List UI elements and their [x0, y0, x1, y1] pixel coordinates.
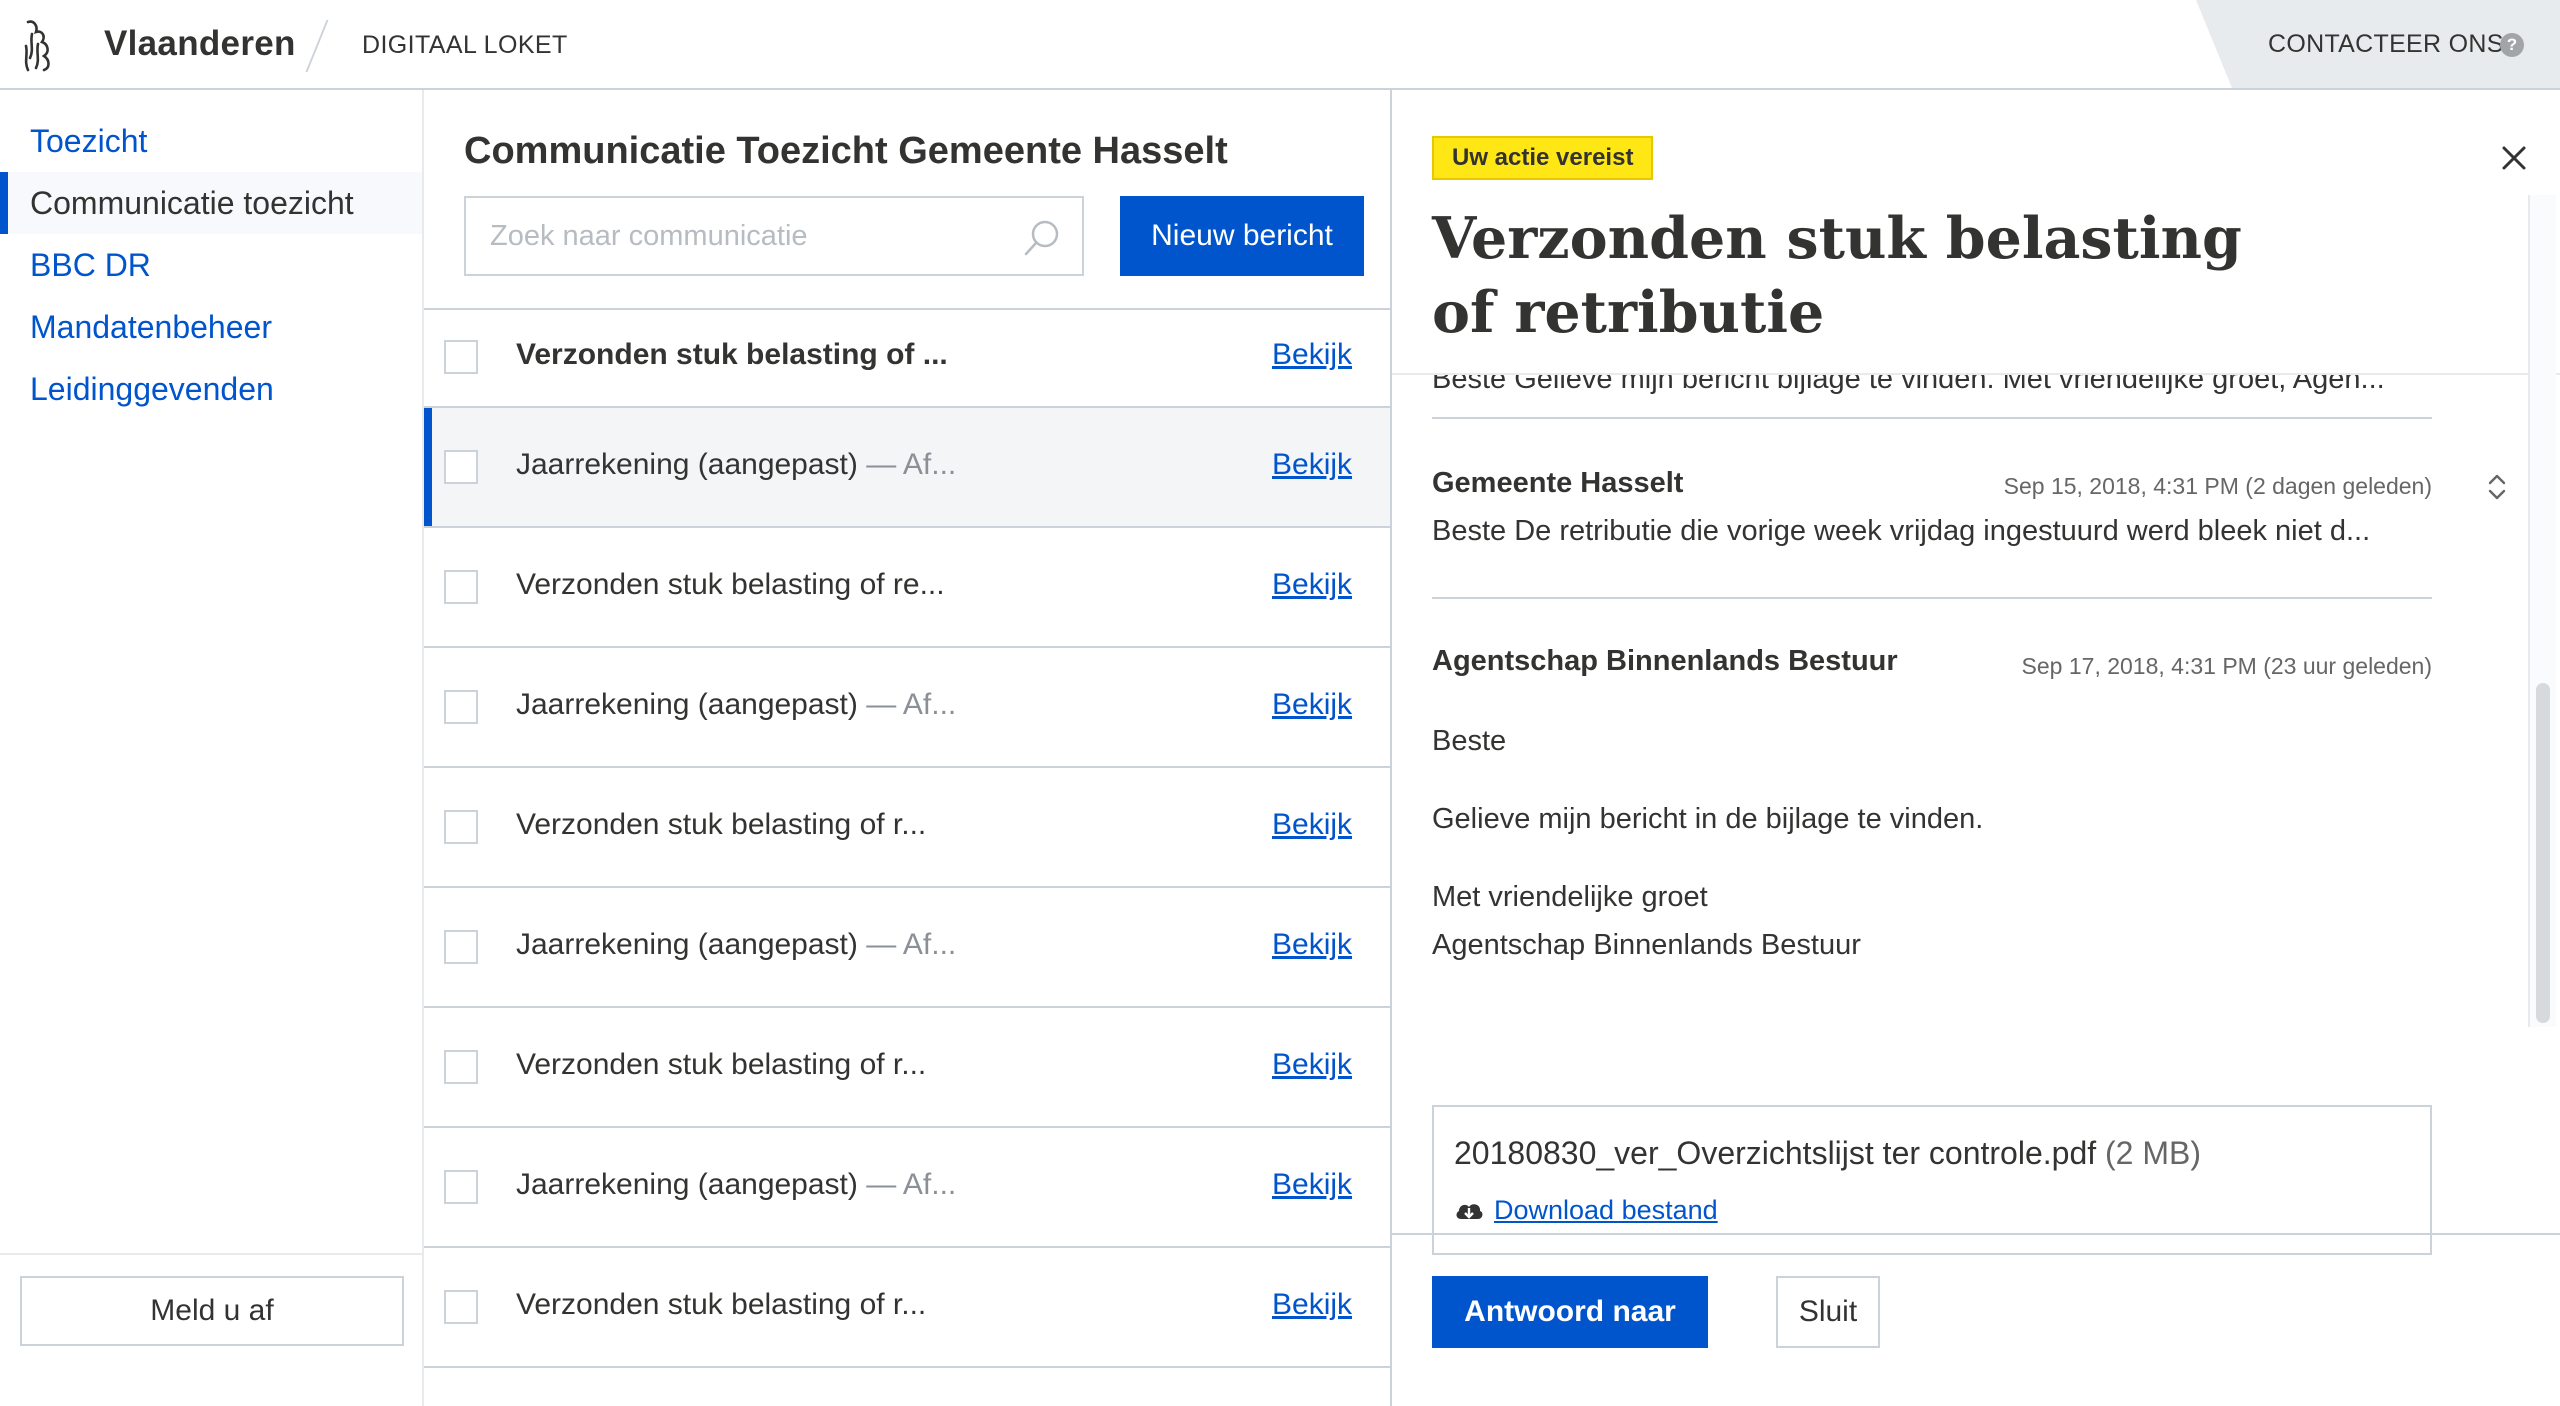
brand-name[interactable]: Vlaanderen [104, 24, 296, 64]
row-subject: Jaarrekening (aangepast) — Af... [516, 448, 957, 481]
flemish-lion-icon[interactable] [20, 16, 60, 74]
message-signature: Agentschap Binnenlands Bestuur [1432, 929, 1861, 961]
view-link[interactable]: Bekijk [1272, 688, 1352, 722]
header-divider [305, 20, 329, 72]
row-checkbox[interactable] [444, 450, 478, 484]
message-divider [1432, 417, 2432, 419]
view-link[interactable]: Bekijk [1272, 928, 1352, 962]
attachment-size: (2 MB) [2105, 1135, 2202, 1171]
row-checkbox[interactable] [444, 810, 478, 844]
message-greeting: Beste [1432, 725, 1507, 757]
app-name[interactable]: DIGITAAL LOKET [362, 31, 568, 60]
row-subject: Jaarrekening (aangepast) — Af... [516, 928, 957, 961]
new-message-button[interactable]: Nieuw bericht [1120, 196, 1364, 276]
view-link[interactable]: Bekijk [1272, 808, 1352, 842]
sidebar-item-communicatie-toezicht[interactable]: Communicatie toezicht [0, 172, 422, 234]
message-divider [1432, 597, 2432, 599]
list-item[interactable]: Verzonden stuk belasting of r... Bekijk [424, 1008, 1390, 1128]
close-icon[interactable] [2492, 136, 2536, 180]
attachment-name: 20180830_ver_Overzichtslijst ter control… [1454, 1135, 2202, 1171]
sidebar: Toezicht Communicatie toezicht BBC DR Ma… [0, 90, 424, 1406]
row-subject: Verzonden stuk belasting of ... [516, 338, 948, 371]
search-input[interactable] [466, 198, 1006, 274]
row-subject-suffix: — Af... [866, 928, 957, 961]
detail-title: Verzonden stuk belasting of retributie [1432, 202, 2332, 350]
list-item[interactable]: Verzonden stuk belasting of ... Bekijk [424, 310, 1390, 408]
message-detail-panel: Uw actie vereist Verzonden stuk belastin… [1392, 90, 2560, 1406]
row-checkbox[interactable] [444, 1050, 478, 1084]
expand-collapse-icon[interactable] [2482, 467, 2512, 507]
communication-list-panel: Communicatie Toezicht Gemeente Hasselt N… [424, 90, 1392, 1406]
row-checkbox[interactable] [444, 690, 478, 724]
contact-button[interactable]: CONTACTEER ONS ? [2196, 0, 2560, 88]
detail-title-line2: of retributie [1432, 279, 1825, 346]
row-checkbox[interactable] [444, 1290, 478, 1324]
row-subject: Jaarrekening (aangepast) — Af... [516, 688, 957, 721]
row-checkbox[interactable] [444, 340, 478, 374]
row-subject: Verzonden stuk belasting of r... [516, 808, 927, 841]
message-preview-truncated[interactable]: Beste Gelieve mijn bericht bijlage te vi… [1432, 375, 2385, 396]
detail-title-line1: Verzonden stuk belasting [1432, 205, 2242, 272]
list-title: Communicatie Toezicht Gemeente Hasselt [464, 130, 1228, 172]
message-closing: Met vriendelijke groet [1432, 881, 1708, 913]
search-icon[interactable] [1022, 218, 1062, 258]
message-thread[interactable]: Beste Gelieve mijn bericht bijlage te vi… [1392, 375, 2560, 1321]
list-item[interactable]: Jaarrekening (aangepast) — Af... Bekijk [424, 888, 1390, 1008]
list-item[interactable]: Verzonden stuk belasting of r... Bekijk [424, 1248, 1390, 1368]
top-header: Vlaanderen DIGITAAL LOKET CONTACTEER ONS… [0, 0, 2560, 90]
cloud-download-icon [1456, 1204, 1483, 1219]
sidebar-item-bbc-dr[interactable]: BBC DR [0, 234, 422, 296]
message-sender: Agentschap Binnenlands Bestuur [1432, 645, 1898, 677]
list-item[interactable]: Verzonden stuk belasting of r... Bekijk [424, 768, 1390, 888]
row-checkbox[interactable] [444, 1170, 478, 1204]
close-button[interactable]: Sluit [1776, 1276, 1880, 1348]
sidebar-item-leidinggevenden[interactable]: Leidinggevenden [0, 358, 422, 420]
scrollbar-thumb[interactable] [2536, 683, 2550, 1023]
list-item[interactable]: Jaarrekening (aangepast) — Af... Bekijk [424, 1128, 1390, 1248]
sidebar-item-toezicht[interactable]: Toezicht [0, 110, 422, 172]
sidebar-item-mandatenbeheer[interactable]: Mandatenbeheer [0, 296, 422, 358]
view-link[interactable]: Bekijk [1272, 338, 1352, 372]
row-subject-suffix: — Af... [866, 688, 957, 721]
list-item-selected[interactable]: Jaarrekening (aangepast) — Af... Bekijk [424, 408, 1390, 528]
row-subject: Verzonden stuk belasting of r... [516, 1288, 927, 1321]
help-icon: ? [2500, 33, 2524, 57]
scrollbar[interactable] [2528, 195, 2556, 1027]
message-preview: Beste De retributie die vorige week vrij… [1432, 515, 2371, 547]
contact-label: CONTACTEER ONS [2268, 30, 2504, 58]
message-date: Sep 17, 2018, 4:31 PM (23 uur geleden) [2021, 653, 2432, 679]
view-link[interactable]: Bekijk [1272, 1288, 1352, 1322]
message-sender: Gemeente Hasselt [1432, 467, 1684, 499]
list-item[interactable]: Verzonden stuk belasting of re... Bekijk [424, 528, 1390, 648]
view-link[interactable]: Bekijk [1272, 1048, 1352, 1082]
action-required-badge: Uw actie vereist [1432, 136, 1654, 180]
row-subject: Verzonden stuk belasting of r... [516, 1048, 927, 1081]
search-box[interactable] [464, 196, 1084, 276]
row-checkbox[interactable] [444, 570, 478, 604]
detail-footer-divider [1392, 1233, 2560, 1235]
message-body: Gelieve mijn bericht in de bijlage te vi… [1432, 803, 1984, 835]
list-item[interactable]: Jaarrekening (aangepast) — Af... Bekijk [424, 648, 1390, 768]
row-subject: Verzonden stuk belasting of re... [516, 568, 945, 601]
row-checkbox[interactable] [444, 930, 478, 964]
view-link[interactable]: Bekijk [1272, 568, 1352, 602]
row-subject-suffix: — Af... [866, 1168, 957, 1201]
row-subject-suffix: — Af... [866, 448, 957, 481]
reply-button[interactable]: Antwoord naar ABB [1432, 1276, 1708, 1400]
download-link[interactable]: Download bestand [1494, 1195, 1718, 1226]
view-link[interactable]: Bekijk [1272, 1168, 1352, 1202]
logout-button[interactable]: Meld u af [20, 1276, 404, 1346]
message-date: Sep 15, 2018, 4:31 PM (2 dagen geleden) [2003, 473, 2432, 499]
sidebar-divider [0, 1253, 422, 1255]
view-link[interactable]: Bekijk [1272, 448, 1352, 482]
row-subject: Jaarrekening (aangepast) — Af... [516, 1168, 957, 1201]
selection-indicator [424, 408, 432, 526]
